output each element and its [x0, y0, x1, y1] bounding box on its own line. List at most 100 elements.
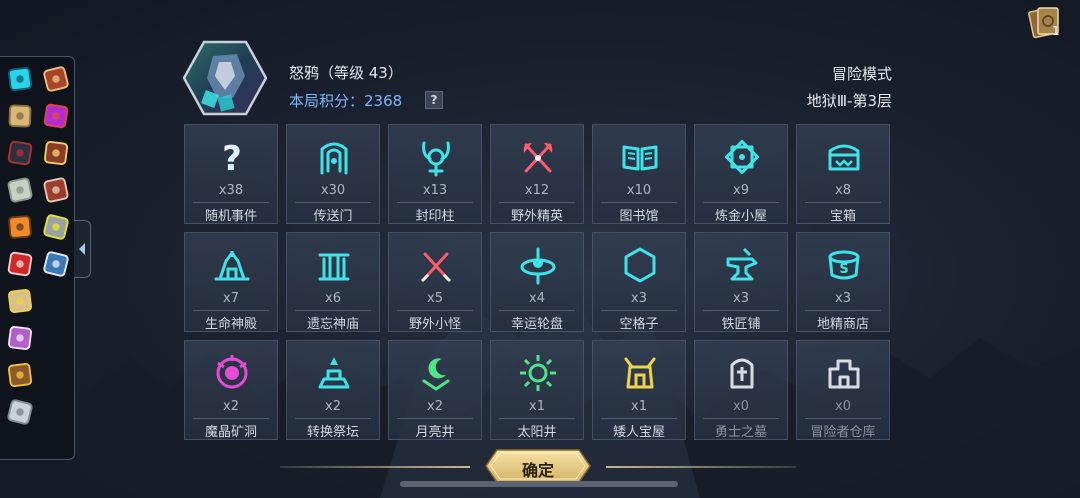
- divider: [499, 310, 575, 311]
- room-tile[interactable]: x8 宝箱: [796, 124, 890, 224]
- room-count: x2: [427, 399, 443, 414]
- crystal-mine-icon: [212, 353, 252, 393]
- room-name: 遗忘神庙: [306, 317, 359, 332]
- room-count: x38: [218, 183, 244, 198]
- divider: [397, 418, 473, 419]
- difficulty-floor-label: 地狱Ⅲ-第3层: [806, 92, 892, 110]
- divider-left: [280, 466, 470, 468]
- room-tile[interactable]: x0 勇士之墓: [694, 340, 788, 440]
- meat-icon[interactable]: [40, 174, 72, 206]
- game-mode-label: 冒险模式: [831, 65, 892, 83]
- portal-icon: [314, 137, 354, 177]
- divider: [805, 202, 881, 203]
- room-count: x0: [835, 399, 851, 414]
- stone-tablet-icon[interactable]: [40, 211, 72, 243]
- room-tile[interactable]: x2 转换祭坛: [286, 340, 380, 440]
- room-count: x1: [529, 399, 545, 414]
- torch-icon[interactable]: [4, 211, 36, 243]
- red-orb-icon[interactable]: [4, 248, 36, 280]
- room-tile[interactable]: x3 空格子: [592, 232, 686, 332]
- room-count: x9: [733, 183, 749, 198]
- divider: [703, 202, 779, 203]
- divider: [193, 418, 269, 419]
- room-count: x4: [529, 291, 545, 306]
- crossed-swords-icon: [416, 245, 456, 285]
- room-tile[interactable]: x2 月亮井: [388, 340, 482, 440]
- room-tile[interactable]: x0 冒险者仓库: [796, 340, 890, 440]
- bone-icon[interactable]: [4, 174, 36, 206]
- room-count: x10: [626, 183, 652, 198]
- room-tile[interactable]: x7 生命神殿: [184, 232, 278, 332]
- room-tile[interactable]: x1 矮人宝屋: [592, 340, 686, 440]
- room-tile[interactable]: x6 遗忘神庙: [286, 232, 380, 332]
- svg-text:S: S: [839, 262, 848, 277]
- red-book-icon[interactable]: [40, 63, 72, 95]
- sidebar-collapse-toggle[interactable]: [74, 220, 91, 278]
- sun-well-icon: [518, 353, 558, 393]
- room-name: 图书馆: [619, 209, 659, 224]
- seal-pillar-icon: [416, 137, 456, 177]
- score-help-button[interactable]: ?: [425, 91, 443, 109]
- room-name: 宝箱: [829, 209, 856, 224]
- room-name: 太阳井: [517, 425, 557, 440]
- money-bag-icon[interactable]: [4, 359, 36, 391]
- dwarf-treasury-icon: [620, 353, 660, 393]
- pearl-shell-icon[interactable]: [4, 322, 36, 354]
- room-tile[interactable]: x12 野外精英: [490, 124, 584, 224]
- room-name: 转换祭坛: [306, 425, 359, 440]
- room-name: 野外小怪: [408, 317, 461, 332]
- inventory-sidebar: [0, 56, 75, 460]
- hexagon-icon: [620, 245, 660, 285]
- scroll-icon[interactable]: [4, 100, 36, 132]
- chest-icon: [824, 137, 864, 177]
- room-type-grid: ? x38 随机事件 x30 传送门 x13 封印柱 x12 野外精英 x10 图书馆 x9 炼金小屋 x…: [184, 124, 890, 440]
- divider: [499, 418, 575, 419]
- room-tile[interactable]: x30 传送门: [286, 124, 380, 224]
- warehouse-icon: [824, 353, 864, 393]
- tomb-icon: [722, 353, 762, 393]
- potion-flask-icon[interactable]: [4, 396, 36, 428]
- book-icon: [620, 137, 660, 177]
- room-count: x3: [631, 291, 647, 306]
- cyan-dice-icon[interactable]: [4, 63, 36, 95]
- anvil-icon: [722, 245, 762, 285]
- svg-text:?: ?: [222, 139, 242, 177]
- golden-book-icon[interactable]: [40, 137, 72, 169]
- room-tile[interactable]: x4 幸运轮盘: [490, 232, 584, 332]
- room-tile[interactable]: x9 炼金小屋: [694, 124, 788, 224]
- room-tile[interactable]: x5 野外小怪: [388, 232, 482, 332]
- room-name: 勇士之墓: [714, 425, 767, 440]
- room-name: 生命神殿: [204, 317, 257, 332]
- treasure-map-icon[interactable]: [40, 248, 72, 280]
- deck-count: 1: [1052, 24, 1060, 38]
- moon-well-icon: [416, 353, 456, 393]
- empty-slot: [40, 285, 72, 317]
- divider: [805, 418, 881, 419]
- divider: [397, 310, 473, 311]
- room-tile[interactable]: x13 封印柱: [388, 124, 482, 224]
- room-count: x2: [223, 399, 239, 414]
- parchment-icon[interactable]: [4, 285, 36, 317]
- room-name: 地精商店: [816, 317, 869, 332]
- room-count: x12: [524, 183, 550, 198]
- empty-slot: [40, 359, 72, 391]
- crossed-axes-icon: [518, 137, 558, 177]
- room-count: x7: [223, 291, 239, 306]
- top-hat-icon[interactable]: [4, 137, 36, 169]
- divider: [601, 310, 677, 311]
- room-tile[interactable]: x10 图书馆: [592, 124, 686, 224]
- room-name: 空格子: [619, 317, 659, 332]
- berries-icon[interactable]: [40, 100, 72, 132]
- divider: [295, 202, 371, 203]
- room-tile[interactable]: Sx3 地精商店: [796, 232, 890, 332]
- divider: [295, 310, 371, 311]
- room-tile[interactable]: x3 铁匠铺: [694, 232, 788, 332]
- divider: [601, 202, 677, 203]
- room-count: x2: [325, 399, 341, 414]
- room-count: x3: [835, 291, 851, 306]
- room-tile[interactable]: x1 太阳井: [490, 340, 584, 440]
- room-name: 野外精英: [510, 209, 563, 224]
- room-name: 幸运轮盘: [510, 317, 563, 332]
- room-tile[interactable]: ? x38 随机事件: [184, 124, 278, 224]
- room-tile[interactable]: x2 魔晶矿洞: [184, 340, 278, 440]
